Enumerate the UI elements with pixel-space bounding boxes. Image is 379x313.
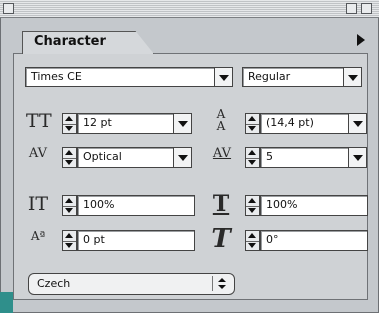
tracking-field[interactable]: 5 <box>260 147 349 168</box>
vertical-scale-field[interactable]: 100% <box>77 195 195 216</box>
tracking-stepper[interactable] <box>245 147 260 168</box>
horizontal-scale-icon: T <box>212 191 230 217</box>
tracking-icon: AV <box>212 146 232 161</box>
palette-titlebar[interactable] <box>0 0 379 18</box>
zoom-box-icon[interactable] <box>346 3 357 14</box>
font-size-field[interactable]: 12 pt <box>77 113 174 134</box>
palette-menu-icon[interactable] <box>357 34 365 46</box>
leading-icon: AA <box>216 107 226 133</box>
tab-character-label: Character <box>34 34 106 49</box>
font-style-field[interactable]: Regular <box>242 67 344 87</box>
vertical-scale-icon: IT <box>27 193 49 215</box>
collapse-box-icon[interactable] <box>361 3 372 14</box>
language-select-arrows-icon[interactable] <box>212 276 230 291</box>
font-size-dropdown-icon[interactable] <box>173 113 192 134</box>
leading-field[interactable]: (14,4 pt) <box>260 113 349 134</box>
kerning-dropdown-icon[interactable] <box>173 147 192 168</box>
baseline-shift-stepper[interactable] <box>62 230 77 251</box>
background-accent <box>0 292 13 313</box>
font-size-stepper[interactable] <box>62 113 77 134</box>
leading-dropdown-icon[interactable] <box>348 113 367 134</box>
close-box-icon[interactable] <box>3 3 14 14</box>
font-family-field[interactable]: Times CE <box>25 67 215 87</box>
kerning-icon: AV <box>28 146 48 161</box>
language-select[interactable]: Czech <box>28 273 235 295</box>
font-style-dropdown-icon[interactable] <box>343 67 362 87</box>
horizontal-scale-field[interactable]: 100% <box>260 195 368 216</box>
skew-field[interactable]: 0° <box>260 230 368 251</box>
baseline-shift-icon: Aª <box>30 229 46 243</box>
skew-stepper[interactable] <box>245 230 260 251</box>
font-size-icon: TT <box>26 110 52 132</box>
kerning-field[interactable]: Optical <box>77 147 174 168</box>
vertical-scale-stepper[interactable] <box>62 195 77 216</box>
skew-icon: T <box>211 224 231 254</box>
palette-body <box>13 54 368 300</box>
horizontal-scale-stepper[interactable] <box>245 195 260 216</box>
kerning-stepper[interactable] <box>62 147 77 168</box>
leading-stepper[interactable] <box>245 113 260 134</box>
baseline-shift-field[interactable]: 0 pt <box>77 230 195 251</box>
font-family-dropdown-icon[interactable] <box>214 67 233 87</box>
tracking-dropdown-icon[interactable] <box>348 147 367 168</box>
